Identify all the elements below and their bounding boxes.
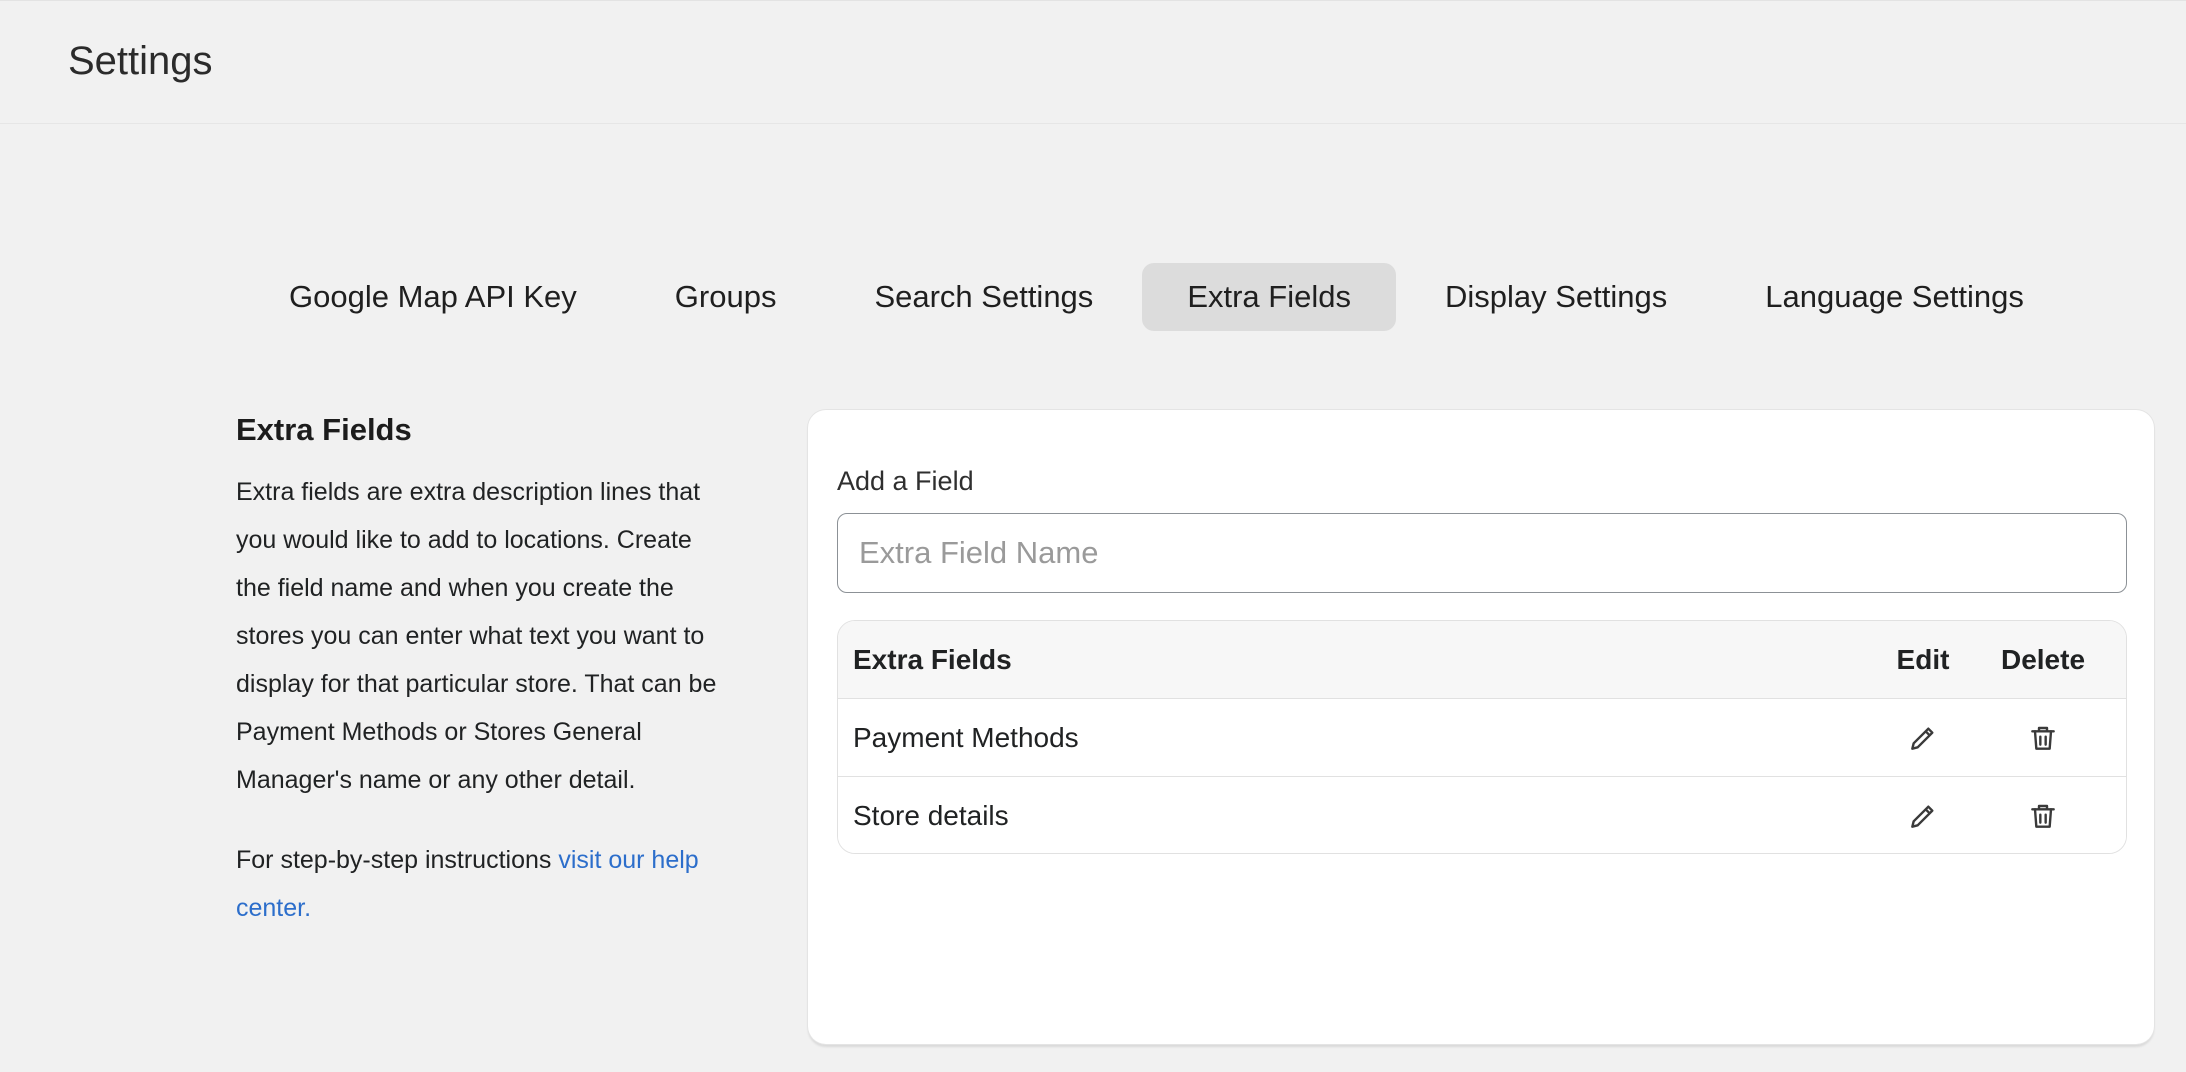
help-prefix: For step-by-step instructions (236, 846, 559, 874)
help-text: For step-by-step instructions visit our … (236, 836, 726, 932)
table-header: Extra Fields Edit Delete (838, 621, 2126, 699)
extra-fields-table: Extra Fields Edit Delete Payment Methods… (837, 620, 2127, 854)
extra-field-name-input[interactable] (837, 513, 2127, 593)
table-row: Payment Methods (838, 699, 2126, 777)
tab-search-settings[interactable]: Search Settings (825, 263, 1142, 331)
pencil-icon[interactable] (1905, 798, 1941, 834)
top-bar: Settings (0, 0, 2186, 124)
settings-tabs: Google Map API Key Groups Search Setting… (240, 262, 2073, 332)
section-title: Extra Fields (236, 412, 412, 447)
section-description: Extra fields are extra description lines… (236, 478, 717, 794)
trash-icon[interactable] (2025, 720, 2061, 756)
tab-google-map-api-key[interactable]: Google Map API Key (240, 263, 626, 331)
field-name-cell: Payment Methods (853, 721, 1079, 753)
tab-groups[interactable]: Groups (626, 263, 826, 331)
tab-extra-fields[interactable]: Extra Fields (1142, 263, 1396, 331)
extra-fields-card: Add a Field Extra Fields Edit Delete Pay… (808, 410, 2154, 1044)
header-delete: Delete (2000, 643, 2086, 675)
table-row: Store details (838, 777, 2126, 853)
trash-icon[interactable] (2025, 798, 2061, 834)
tab-language-settings[interactable]: Language Settings (1716, 263, 2073, 331)
header-edit: Edit (1896, 643, 1950, 675)
header-extra-fields: Extra Fields (853, 643, 1012, 675)
info-panel: Extra Fields Extra fields are extra desc… (236, 412, 726, 932)
field-name-cell: Store details (853, 800, 1009, 831)
page-title: Settings (68, 39, 213, 83)
add-field-label: Add a Field (837, 466, 974, 496)
pencil-icon[interactable] (1905, 720, 1941, 756)
tab-display-settings[interactable]: Display Settings (1396, 263, 1716, 331)
